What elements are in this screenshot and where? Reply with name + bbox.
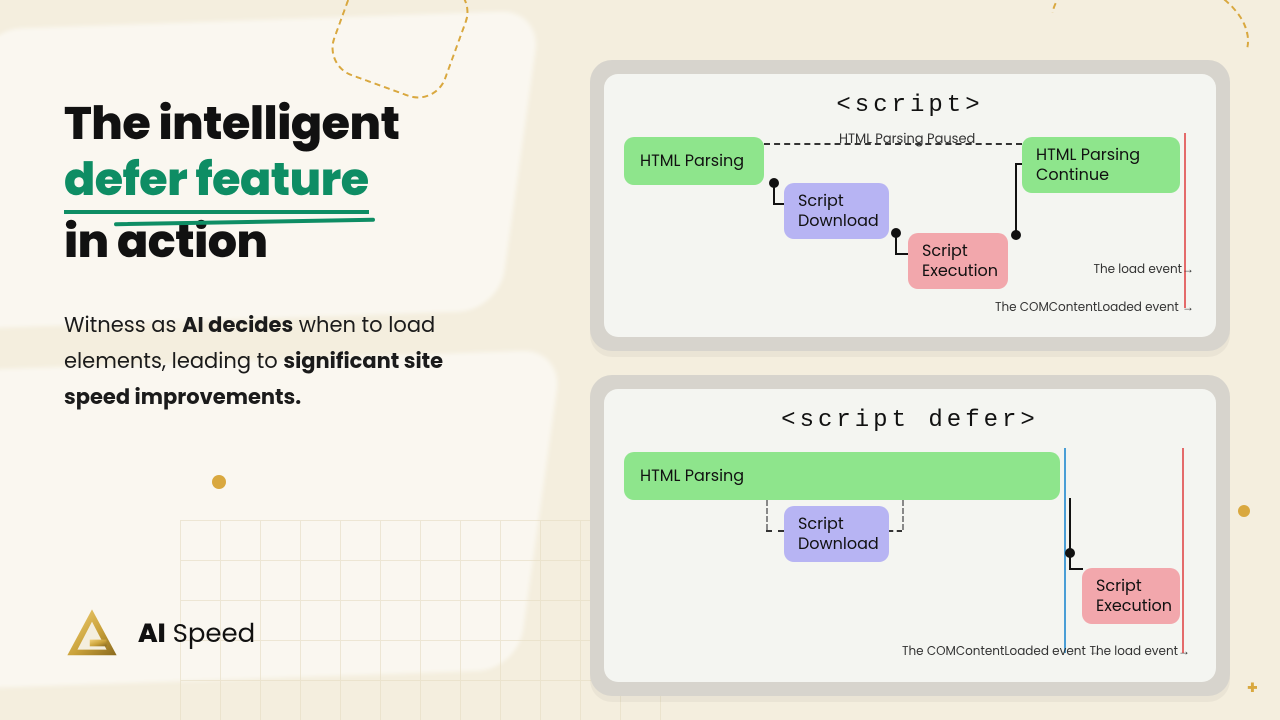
dash-line [888,530,902,532]
headline-highlight: defer feature [64,152,369,214]
timeline-script-defer: HTML Parsing Script Download Script Exec… [624,448,1196,668]
block-script-download: Script Download [784,506,889,562]
diagram-card-inner: <script> HTML Parsing HTML Parsing Pause… [604,74,1216,337]
gold-dot-icon [1238,505,1250,517]
block-html-parsing: HTML Parsing [624,137,764,185]
diagram-card-script-defer: <script defer> HTML Parsing Script Downl… [590,375,1230,696]
load-event-line [1184,133,1186,308]
headline-line-1: The intelligent [64,92,399,156]
caption-load-event: The load event→ [1089,643,1190,661]
subhead: Witness as AI decides when to load eleme… [64,308,504,415]
connector-line [1015,163,1017,235]
subhead-bold: AI decides [182,311,293,340]
gold-dot-icon [212,475,226,489]
diagram-card-inner: <script defer> HTML Parsing Script Downl… [604,389,1216,682]
connector-line [1069,568,1083,570]
headline: The intelligent defer feature in action [64,96,544,270]
logo-mark-icon [64,606,120,662]
plus-icon: + [1247,675,1258,702]
connector-dot [1065,548,1075,558]
caption-load-event: The load event→ [1093,261,1194,279]
dash-line [766,530,784,532]
connector-line [773,183,775,203]
logo-text-rest: Speed [166,616,256,652]
timeline-script: HTML Parsing HTML Parsing Paused Script … [624,133,1196,323]
block-script-download: Script Download [784,183,889,239]
product-logo: AI Speed [64,606,255,662]
paused-note: HTML Parsing Paused [839,129,975,149]
dash-line [766,500,768,530]
logo-text: AI Speed [138,615,255,654]
caption-domcontentloaded: The COMContentLoaded event → [995,299,1194,317]
subhead-part: Witness as [64,311,182,340]
diagram-card-script: <script> HTML Parsing HTML Parsing Pause… [590,60,1230,351]
connector-line [895,253,909,255]
block-script-execution: Script Execution [1082,568,1180,624]
diagram-title: <script> [624,92,1196,119]
dash-line [902,500,904,530]
caption-domcontentloaded: The COMContentLoaded event → [902,643,1101,661]
logo-text-bold: AI [138,616,166,652]
block-html-continue: HTML Parsing Continue [1022,137,1180,193]
block-script-execution: Script Execution [908,233,1008,289]
block-html-parsing: HTML Parsing [624,452,1060,500]
load-event-line [1182,448,1184,653]
diagram-stack: <script> HTML Parsing HTML Parsing Pause… [590,60,1230,696]
connector-line [895,233,897,253]
diagram-title: <script defer> [624,407,1196,434]
hero-copy: The intelligent defer feature in action … [64,96,544,415]
